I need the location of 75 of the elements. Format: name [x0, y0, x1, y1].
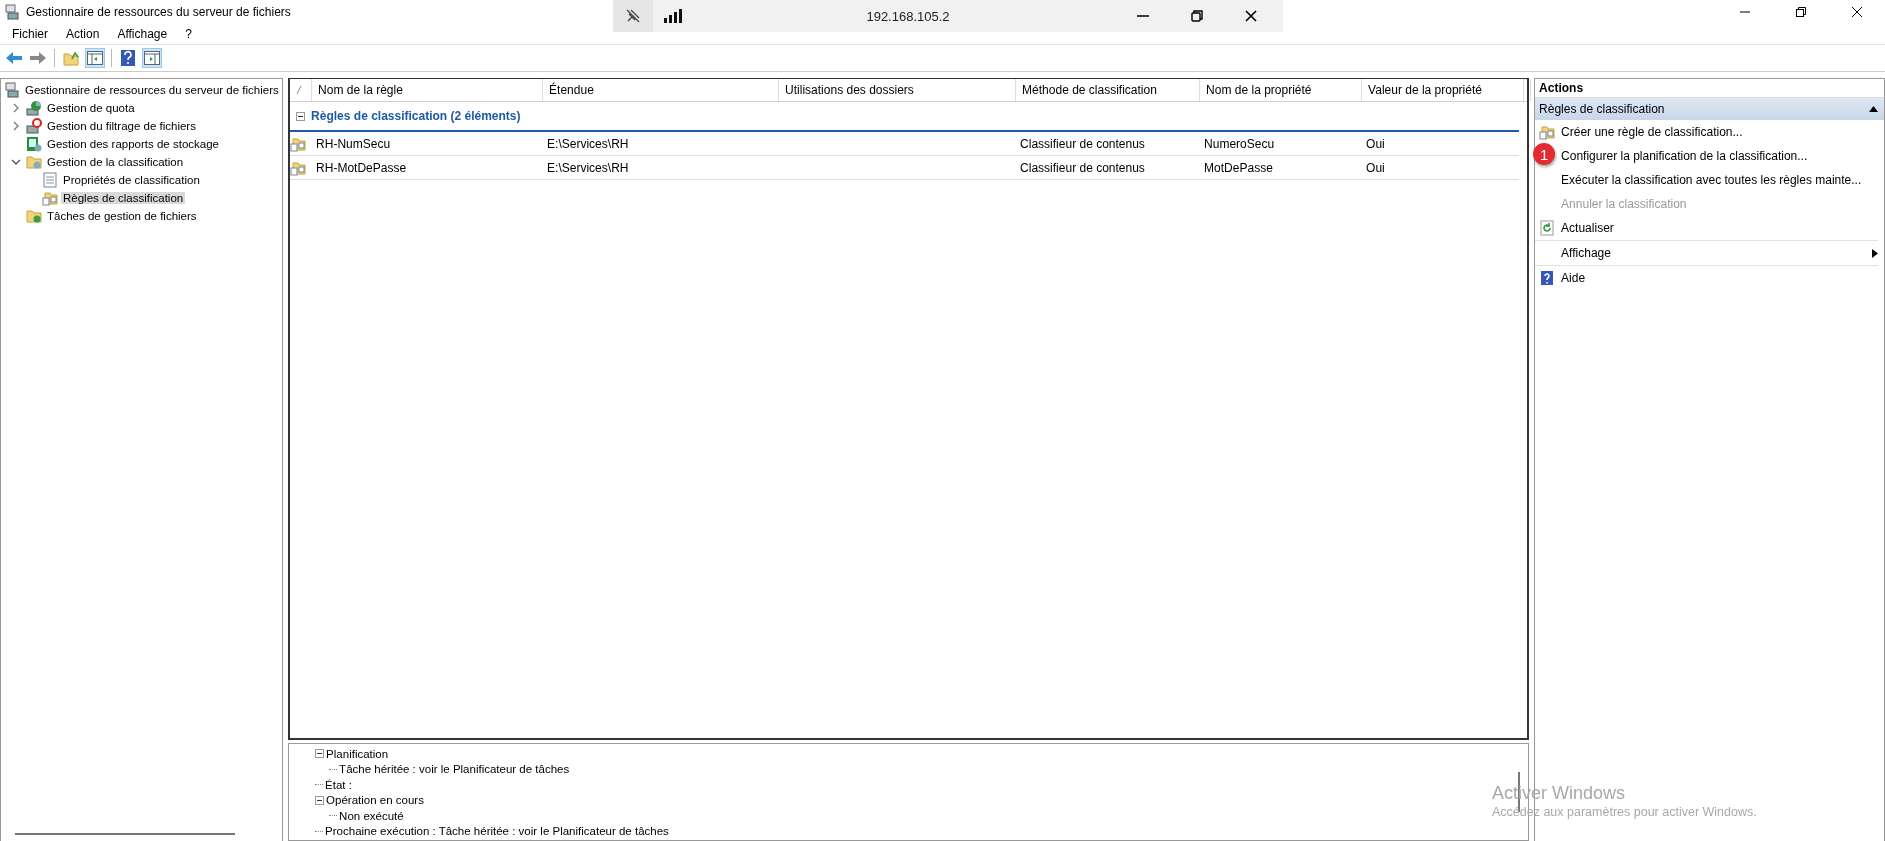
table-cell-text: RH-NumSecu	[315, 136, 392, 151]
detail-text: Opération en cours	[326, 794, 424, 807]
folder-icon	[26, 208, 42, 224]
action-link[interactable]: Affichage	[1561, 246, 1611, 260]
tree-item[interactable]: Tâches de gestion de fichiers	[45, 210, 199, 222]
help-button[interactable]	[118, 48, 138, 68]
action-link[interactable]: Aide	[1561, 271, 1586, 285]
menu-item[interactable]: Affichage	[115, 27, 170, 41]
action-link[interactable]: Créer une règle de classification...	[1561, 125, 1743, 139]
table-cell-text: Oui	[1365, 136, 1386, 151]
table-cell-text: MotDePasse	[1203, 160, 1274, 175]
rules-icon	[1539, 124, 1556, 140]
action-pane-button[interactable]	[142, 48, 162, 68]
detail-text: Planification	[326, 747, 389, 760]
column-header[interactable]: Utilisations des dossiers	[779, 79, 1017, 101]
detail-text: Non exécuté	[339, 809, 404, 822]
table-cell-text: NumeroSecu	[1203, 136, 1276, 151]
rules-icon	[290, 159, 307, 176]
detail-text: État :	[325, 778, 352, 791]
action-link[interactable]: Exécuter la classification avec toutes les règles mainte...	[1561, 173, 1862, 187]
tree-item[interactable]: Règles de classification	[61, 192, 186, 204]
window-title: Gestionnaire de ressources du serveur de fichiers	[26, 5, 291, 19]
menu-item[interactable]: ?	[183, 27, 194, 41]
close-button[interactable]	[1852, 7, 1862, 17]
detail-text: Tâche héritée : voir le Planificateur de tâches	[339, 763, 570, 776]
document-icon	[42, 172, 58, 188]
disk-chart-icon	[26, 100, 42, 116]
remote-address: 192.168.105.2	[866, 8, 950, 24]
column-header[interactable]: Étendue	[543, 79, 780, 101]
help-icon	[1539, 270, 1556, 286]
signal-icon	[664, 9, 682, 23]
column-header[interactable]: Nom de la propriété	[1200, 79, 1363, 101]
rules-icon	[290, 135, 307, 152]
refresh-icon	[1539, 220, 1556, 236]
detail-text: Prochaine exécution : Tâche héritée : voir le Planificateur de tâches	[325, 825, 669, 838]
unpin-button[interactable]	[625, 8, 641, 24]
table-row[interactable]: RH-MotDePasse E:\Services\RH Classifieur de contenus MotDePasse Oui	[290, 156, 1520, 180]
server-icon	[4, 4, 20, 20]
tree-item[interactable]: Gestion des rapports de stockage	[45, 138, 221, 150]
tree-item[interactable]: Propriétés de classification	[61, 174, 202, 186]
remote-restore-button[interactable]	[1191, 10, 1203, 22]
submenu-arrow-icon	[1872, 248, 1878, 258]
report-icon	[26, 136, 42, 152]
step-badge: 1	[1533, 143, 1556, 165]
action-link[interactable]: Actualiser	[1561, 221, 1614, 235]
column-header[interactable]: Valeur de la propriété	[1362, 79, 1525, 101]
table-cell-text: E:\Services\RH	[546, 160, 630, 175]
collapse-icon[interactable]	[296, 111, 306, 121]
group-header: Règles de classification (2 éléments)	[311, 109, 521, 123]
collapse-icon[interactable]	[315, 795, 325, 805]
tree-item[interactable]: Gestion de la classification	[45, 156, 186, 168]
table-cell-text: E:\Services\RH	[546, 136, 630, 151]
server-icon	[4, 82, 20, 98]
table-cell-text: Classifieur de contenus	[1019, 160, 1146, 175]
collapse-arrow-icon[interactable]	[1869, 106, 1878, 112]
menu-item[interactable]: Fichier	[10, 27, 50, 41]
section-header[interactable]: Règles de classification	[1535, 98, 1884, 120]
table-cell-text: RH-MotDePasse	[315, 160, 408, 175]
column-header[interactable]: Nom de la règle	[312, 79, 544, 101]
tree-item[interactable]: Gestion du filtrage de fichiers	[45, 120, 198, 132]
remote-close-button[interactable]	[1245, 10, 1257, 22]
rules-icon	[42, 190, 58, 206]
blocked-disk-icon	[26, 118, 42, 134]
tree-item[interactable]: Gestionnaire de ressources du serveur de fichiers	[23, 84, 281, 96]
restore-button[interactable]	[1796, 7, 1806, 17]
folder-icon	[26, 154, 42, 170]
collapse-icon[interactable]	[315, 749, 325, 759]
column-header[interactable]: Méthode de classification	[1016, 79, 1201, 101]
console-tree-button[interactable]	[85, 48, 105, 68]
action-link[interactable]: Configurer la planification de la classification...	[1561, 149, 1808, 163]
tree-item[interactable]: Gestion de quota	[45, 102, 137, 114]
table-cell-text: Oui	[1365, 160, 1386, 175]
table-cell-text: Classifieur de contenus	[1019, 136, 1146, 151]
menu-item[interactable]: Action	[64, 27, 102, 41]
table-row[interactable]: RH-NumSecu E:\Services\RH Classifieur de contenus NumeroSecu Oui	[290, 132, 1520, 156]
